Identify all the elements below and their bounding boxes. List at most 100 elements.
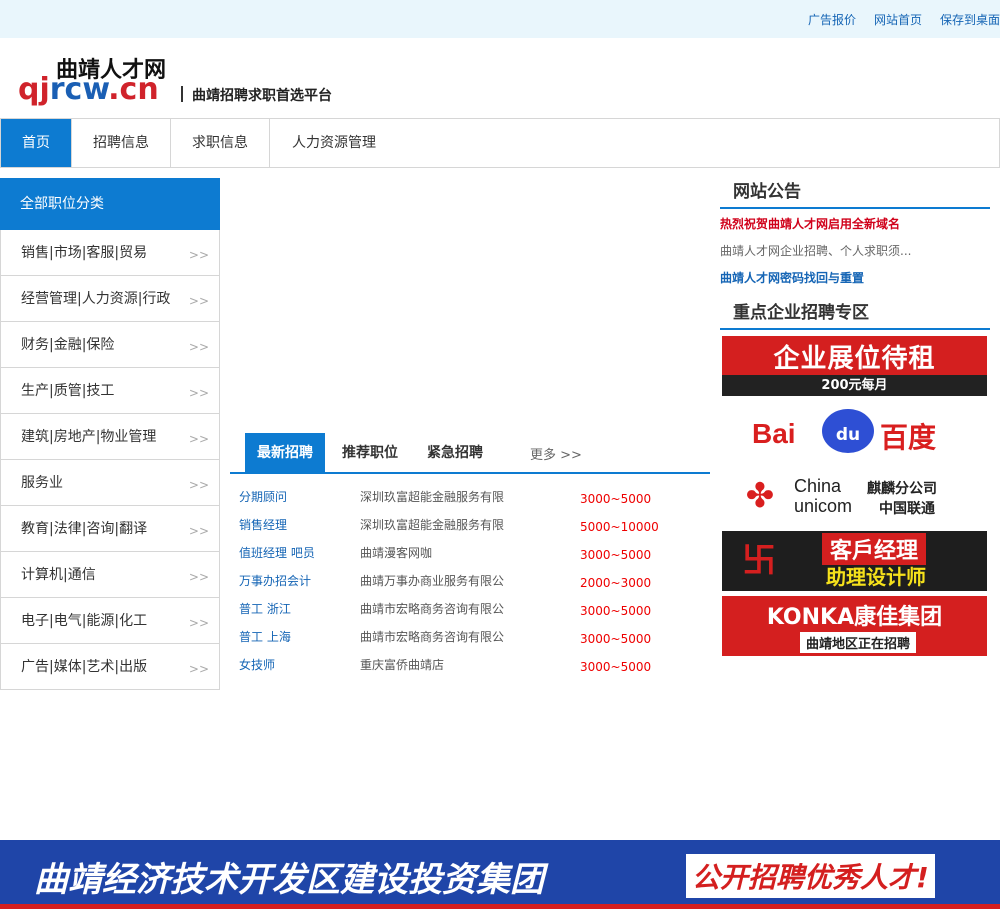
job-salary: 3000~5000 bbox=[580, 492, 652, 506]
job-row: 值班经理 吧员 曲靖漫客网咖 3000~5000 bbox=[239, 543, 709, 571]
unicom-knot-icon: ✤ bbox=[745, 476, 775, 516]
category-item-label: 电子|电气|能源|化工 bbox=[21, 613, 148, 629]
job-title[interactable]: 普工 上海 bbox=[239, 627, 291, 647]
bottom-banner-stripe bbox=[0, 904, 1000, 909]
job-salary: 5000~10000 bbox=[580, 520, 659, 534]
ad-booth-price: 200元每月 bbox=[722, 375, 987, 396]
baidu-logo-cn: 百度 bbox=[880, 421, 937, 454]
unicom-cn: 中国联通 bbox=[879, 501, 935, 517]
job-list: 分期顾问 深圳玖富超能金融服务有限 3000~5000 销售经理 深圳玖富超能金融服务… bbox=[239, 487, 709, 683]
chevron-right-icon: >> bbox=[188, 294, 209, 308]
bottom-banner-title: 曲靖经济技术开发区建设投资集团 bbox=[34, 860, 544, 900]
chevron-right-icon: >> bbox=[188, 478, 209, 492]
yuhua-logo-icon: 卐 bbox=[742, 541, 776, 581]
category-item-label: 财务|金融|保险 bbox=[21, 337, 115, 353]
ad-booth-for-rent[interactable]: 企业展位待租 200元每月 bbox=[722, 336, 987, 396]
more-jobs-link[interactable]: 更多 >> bbox=[530, 444, 582, 463]
bottom-banner[interactable]: 曲靖经济技术开发区建设投资集团 公开招聘优秀人才! bbox=[0, 840, 1000, 909]
nav-hr-management[interactable]: 人力资源管理 bbox=[270, 119, 398, 167]
job-row: 普工 浙江 曲靖市宏略商务咨询有限公 3000~5000 bbox=[239, 599, 709, 627]
category-item[interactable]: 建筑|房地产|物业管理 >> bbox=[0, 414, 220, 460]
logo-en-part2: rcw bbox=[49, 72, 109, 107]
category-item[interactable]: 经营管理|人力资源|行政 >> bbox=[0, 276, 220, 322]
tab-latest-jobs[interactable]: 最新招聘 bbox=[245, 433, 325, 474]
notice-item[interactable]: 热烈祝贺曲靖人才网启用全新域名 bbox=[720, 215, 990, 232]
category-item-label: 经营管理|人力资源|行政 bbox=[21, 291, 171, 307]
category-item[interactable]: 生产|质管|技工 >> bbox=[0, 368, 220, 414]
top-link-home[interactable]: 网站首页 bbox=[874, 11, 922, 28]
chevron-right-icon: >> bbox=[188, 570, 209, 584]
enterprise-zone-title: 重点企业招聘专区 bbox=[720, 299, 990, 330]
chevron-right-icon: >> bbox=[188, 432, 209, 446]
category-item[interactable]: 财务|金融|保险 >> bbox=[0, 322, 220, 368]
logo-en-part3: .cn bbox=[108, 72, 159, 107]
notice-item[interactable]: 曲靖人才网企业招聘、个人求职须... bbox=[720, 242, 990, 259]
category-item[interactable]: 计算机|通信 >> bbox=[0, 552, 220, 598]
category-header[interactable]: 全部职位分类 bbox=[0, 178, 220, 230]
category-item-label: 计算机|通信 bbox=[21, 567, 96, 583]
chevron-right-icon: >> bbox=[188, 524, 209, 538]
ad-baidu[interactable]: Bai du 百度 bbox=[722, 401, 987, 461]
baidu-logo-latin: Bai bbox=[752, 418, 796, 449]
job-company[interactable]: 重庆富侨曲靖店 bbox=[360, 655, 444, 675]
logo-separator bbox=[181, 86, 183, 102]
tab-urgent-jobs[interactable]: 紧急招聘 bbox=[415, 433, 495, 474]
category-item[interactable]: 销售|市场|客服|贸易 >> bbox=[0, 230, 220, 276]
category-item[interactable]: 电子|电气|能源|化工 >> bbox=[0, 598, 220, 644]
job-tabs: 最新招聘 推荐职位 紧急招聘 更多 >> bbox=[230, 432, 710, 474]
main-nav: 首页 招聘信息 求职信息 人力资源管理 bbox=[0, 118, 1000, 168]
job-row: 销售经理 深圳玖富超能金融服务有限 5000~10000 bbox=[239, 515, 709, 543]
category-item[interactable]: 服务业 >> bbox=[0, 460, 220, 506]
job-company[interactable]: 深圳玖富超能金融服务有限 bbox=[360, 487, 504, 507]
job-company[interactable]: 曲靖市宏略商务咨询有限公 bbox=[360, 599, 504, 619]
top-links: 广告报价 网站首页 保存到桌面 bbox=[808, 11, 1000, 28]
yuhua-line2: 助理设计师 bbox=[826, 565, 926, 589]
chevron-right-icon: >> bbox=[188, 662, 209, 676]
site-logo[interactable]: 曲靖人才网 qjrcw.cn 曲靖招聘求职首选平台 bbox=[18, 52, 358, 107]
job-company[interactable]: 曲靖市宏略商务咨询有限公 bbox=[360, 627, 504, 647]
konka-line2: 曲靖地区正在招聘 bbox=[800, 632, 917, 653]
job-salary: 3000~5000 bbox=[580, 548, 652, 562]
job-row: 万事办招会计 曲靖万事办商业服务有限公 2000~3000 bbox=[239, 571, 709, 599]
chevron-right-icon: >> bbox=[188, 248, 209, 262]
top-link-ad-price[interactable]: 广告报价 bbox=[808, 11, 856, 28]
top-bar: 广告报价 网站首页 保存到桌面 bbox=[0, 0, 1000, 38]
category-item-label: 服务业 bbox=[21, 475, 63, 491]
job-title[interactable]: 普工 浙江 bbox=[239, 599, 291, 619]
top-link-save-desktop[interactable]: 保存到桌面 bbox=[940, 11, 1000, 28]
ad-yuhua[interactable]: 卐 客戶经理 助理设计师 bbox=[722, 531, 987, 591]
unicom-line1: China bbox=[794, 476, 842, 496]
job-salary: 3000~5000 bbox=[580, 660, 652, 674]
job-row: 普工 上海 曲靖市宏略商务咨询有限公 3000~5000 bbox=[239, 627, 709, 655]
ad-booth-main: 企业展位待租 bbox=[773, 344, 936, 374]
job-title[interactable]: 分期顾问 bbox=[239, 487, 287, 507]
nav-recruitment[interactable]: 招聘信息 bbox=[72, 119, 171, 167]
nav-home[interactable]: 首页 bbox=[1, 119, 72, 167]
job-salary: 3000~5000 bbox=[580, 632, 652, 646]
job-company[interactable]: 曲靖漫客网咖 bbox=[360, 543, 432, 563]
baidu-paw-icon: du bbox=[822, 409, 874, 453]
ad-konka[interactable]: KONKA康佳集团 曲靖地区正在招聘 bbox=[722, 596, 987, 656]
enterprise-zone: 重点企业招聘专区 bbox=[720, 299, 990, 330]
notice-item[interactable]: 曲靖人才网密码找回与重置 bbox=[720, 269, 990, 286]
category-menu: 全部职位分类 销售|市场|客服|贸易 >> 经营管理|人力资源|行政 >> 财务|金… bbox=[0, 178, 220, 690]
tab-recommended-jobs[interactable]: 推荐职位 bbox=[330, 433, 410, 474]
notice-title: 网站公告 bbox=[720, 178, 990, 209]
category-item-label: 建筑|房地产|物业管理 bbox=[21, 429, 157, 445]
unicom-line2: unicom bbox=[794, 496, 853, 516]
job-salary: 2000~3000 bbox=[580, 576, 652, 590]
job-company[interactable]: 曲靖万事办商业服务有限公 bbox=[360, 571, 504, 591]
job-company[interactable]: 深圳玖富超能金融服务有限 bbox=[360, 515, 504, 535]
job-title[interactable]: 女技师 bbox=[239, 655, 275, 675]
logo-en-part1: qj bbox=[18, 72, 50, 107]
nav-job-seeking[interactable]: 求职信息 bbox=[171, 119, 270, 167]
konka-line1: KONKA康佳集团 bbox=[766, 605, 943, 630]
category-item[interactable]: 教育|法律|咨询|翻译 >> bbox=[0, 506, 220, 552]
job-title[interactable]: 万事办招会计 bbox=[239, 571, 311, 591]
job-title[interactable]: 值班经理 吧员 bbox=[239, 543, 315, 563]
ad-china-unicom[interactable]: ✤ China 麒麟分公司 unicom 中国联通 bbox=[722, 466, 987, 526]
category-item[interactable]: 广告|媒体|艺术|出版 >> bbox=[0, 644, 220, 690]
category-item-label: 销售|市场|客服|贸易 bbox=[21, 245, 148, 261]
chevron-right-icon: >> bbox=[188, 386, 209, 400]
job-title[interactable]: 销售经理 bbox=[239, 515, 287, 535]
